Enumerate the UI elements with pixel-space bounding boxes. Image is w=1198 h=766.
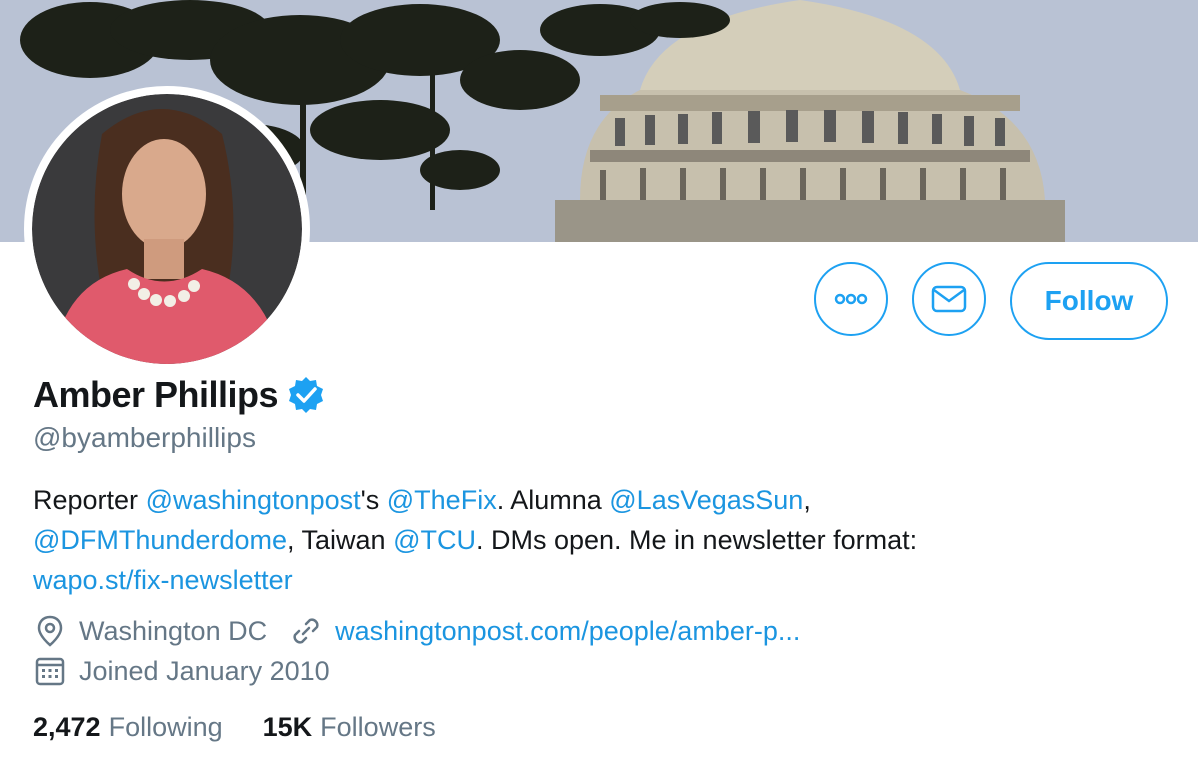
newsletter-link[interactable]: wapo.st/fix-newsletter xyxy=(33,565,293,595)
calendar-icon xyxy=(35,657,65,686)
profile-name: Amber Phillips xyxy=(33,374,279,415)
bio-text: . Alumna xyxy=(496,485,610,515)
website-link[interactable]: washingtonpost.com/people/amber-p... xyxy=(335,616,800,647)
bio-text: , xyxy=(803,485,811,515)
following-stat[interactable]: 2,472 Following xyxy=(33,712,223,743)
profile-avatar[interactable] xyxy=(24,86,310,372)
link-icon xyxy=(293,618,319,644)
followers-label: Followers xyxy=(320,712,436,742)
mail-icon xyxy=(931,285,967,313)
website-item: washingtonpost.com/people/amber-p... xyxy=(289,614,800,648)
mention-link[interactable]: @TCU xyxy=(393,525,476,555)
avatar-photo xyxy=(32,94,302,364)
location-item: Washington DC xyxy=(33,614,267,648)
message-button[interactable] xyxy=(912,262,986,336)
joined-row: Joined January 2010 xyxy=(33,654,330,688)
mention-link[interactable]: @DFMThunderdome xyxy=(33,525,287,555)
profile-handle: @byamberphillips xyxy=(33,422,256,453)
mention-link[interactable]: @TheFix xyxy=(387,485,497,515)
bio-text: 's xyxy=(360,485,387,515)
followers-stat[interactable]: 15K Followers xyxy=(263,712,436,743)
mention-link[interactable]: @washingtonpost xyxy=(146,485,361,515)
location-pin-icon xyxy=(37,615,63,647)
more-icon xyxy=(834,293,868,305)
follow-button[interactable]: Follow xyxy=(1010,262,1168,340)
following-count: 2,472 xyxy=(33,712,101,742)
profile-bio: Reporter @washingtonpost's @TheFix. Alum… xyxy=(33,480,1173,600)
profile-name-row: Amber Phillips xyxy=(33,374,326,416)
mention-link[interactable]: @LasVegasSun xyxy=(609,485,803,515)
location-text: Washington DC xyxy=(79,615,268,646)
more-button[interactable] xyxy=(814,262,888,336)
joined-text: Joined January 2010 xyxy=(79,655,330,686)
following-label: Following xyxy=(108,712,223,742)
bio-text: , Taiwan xyxy=(287,525,394,555)
profile-meta-row: Washington DC washingtonpost.com/people/… xyxy=(33,614,800,648)
followers-count: 15K xyxy=(262,712,313,742)
profile-stats: 2,472 Following 15K Followers xyxy=(33,712,476,743)
verified-badge-icon xyxy=(289,377,324,413)
bio-text: . DMs open. Me in newsletter format: xyxy=(475,525,918,555)
bio-text: Reporter xyxy=(33,485,146,515)
